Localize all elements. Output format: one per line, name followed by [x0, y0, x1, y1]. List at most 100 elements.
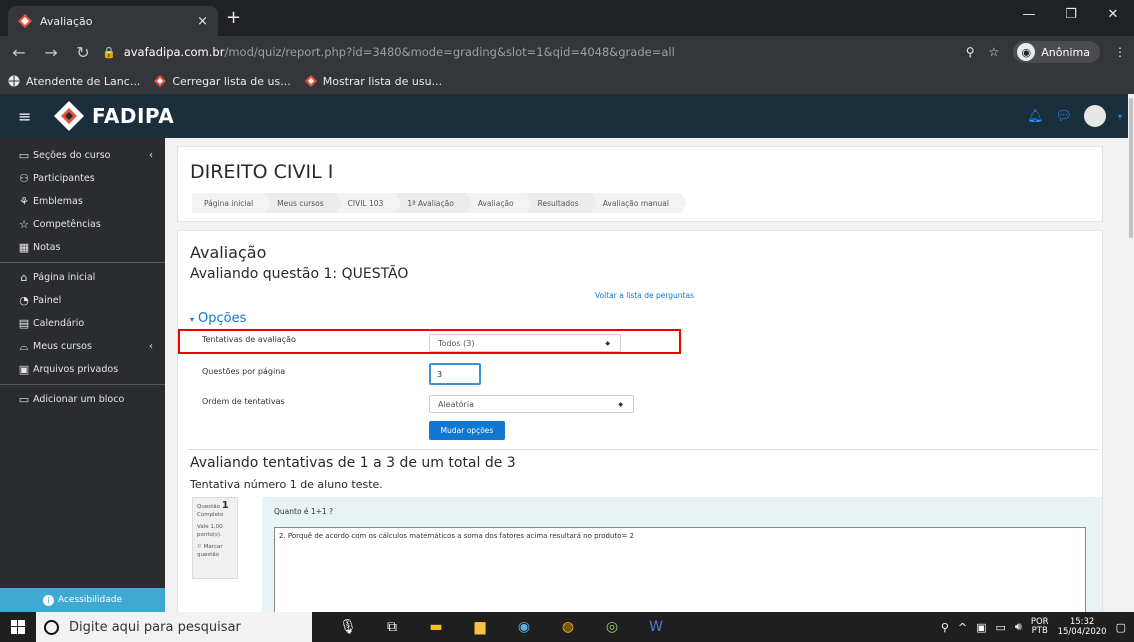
people-icon[interactable]: ⚲ — [941, 621, 949, 634]
site-logo[interactable]: FADIPA — [54, 101, 174, 131]
taskbar-search[interactable]: Digite aqui para pesquisar — [36, 612, 312, 642]
sidebar-item-private-files[interactable]: ▣ Arquivos privados — [0, 358, 165, 381]
course-header-card: DIREITO CIVIL I Página inicial Meus curs… — [177, 146, 1103, 222]
flag-icon: ⚐ — [197, 544, 202, 550]
tray-app-icon[interactable]: ▣ — [976, 621, 986, 634]
url-field[interactable]: 🔒 avafadipa.com.br /mod/quiz/report.php?… — [102, 40, 966, 64]
sidebar-item-my-courses[interactable]: ⌓ Meus cursos ‹ — [0, 335, 165, 358]
page-scrollbar[interactable] — [1128, 94, 1134, 612]
bookmark-label: Cerregar lista de us... — [172, 74, 291, 88]
tray-chevron-icon[interactable]: ^ — [958, 621, 967, 634]
sidebar-item-add-block[interactable]: ▭ Adicionar um bloco — [0, 388, 165, 411]
order-label: Ordem de tentativas — [202, 397, 285, 406]
tab-close-icon[interactable]: × — [197, 14, 208, 29]
attempts-select[interactable]: Todos (3) ◆ — [429, 334, 621, 352]
new-tab-button[interactable]: + — [226, 9, 241, 27]
file-explorer-icon[interactable]: ▆ — [458, 612, 502, 642]
options-toggle[interactable]: ▾ Opções — [190, 311, 246, 326]
sidebar-item-grades[interactable]: ▦ Notas — [0, 236, 165, 259]
bookmark-item[interactable]: Mostrar lista de usu... — [304, 75, 442, 88]
sidebar-item-badges[interactable]: ⚘ Emblemas — [0, 190, 165, 213]
sidebar-item-home[interactable]: ⌂ Página inicial — [0, 266, 165, 289]
browser-tab[interactable]: Avaliação × — [8, 6, 218, 36]
add-block-icon: ▭ — [18, 392, 30, 406]
minimize-icon[interactable]: — — [1008, 0, 1050, 28]
volume-icon[interactable]: 🔊︎ — [1015, 620, 1022, 634]
forward-icon[interactable]: → — [38, 39, 64, 65]
back-to-questions-link[interactable]: Voltar a lista de perguntas — [595, 291, 694, 300]
select-arrows-icon: ◆ — [605, 339, 610, 347]
user-avatar[interactable] — [1083, 105, 1106, 127]
bookmark-label: Atendente de Lanc... — [26, 74, 141, 88]
chevron-left-icon[interactable]: ‹ — [149, 341, 153, 352]
restore-icon[interactable]: ❐ — [1050, 0, 1092, 28]
language-bottom: PTB — [1031, 626, 1048, 636]
order-select-value: Aleatória — [438, 399, 474, 409]
incognito-profile-button[interactable]: ◉ Anônima — [1013, 41, 1100, 63]
breadcrumb-item[interactable]: Avaliação — [466, 193, 532, 213]
word-icon[interactable]: W — [634, 612, 678, 642]
hamburger-menu-icon[interactable]: ≡ — [18, 107, 38, 126]
attempts-heading: Avaliando tentativas de 1 a 3 de um tota… — [190, 455, 516, 471]
reload-icon[interactable]: ↻ — [70, 39, 96, 65]
users-icon: ⚇ — [19, 171, 29, 185]
breadcrumb-item[interactable]: Avaliação manual — [591, 193, 688, 213]
bookmark-star-icon[interactable]: ☆ — [989, 45, 1000, 59]
breadcrumb-item[interactable]: 1ª Avaliação — [395, 193, 472, 213]
app-icon[interactable]: ◎ — [590, 612, 634, 642]
close-window-icon[interactable]: ✕ — [1092, 0, 1134, 28]
scrollbar-thumb[interactable] — [1129, 98, 1133, 238]
lock-icon: 🔒 — [102, 45, 116, 59]
order-select[interactable]: Aleatória ◆ — [429, 395, 634, 413]
sidebar-item-participants[interactable]: ⚇ Participantes — [0, 167, 165, 190]
notifications-icon[interactable]: ▢ — [1116, 621, 1126, 634]
windows-logo-icon — [11, 620, 25, 634]
per-page-label: Questões por página — [202, 367, 286, 376]
zoom-icon[interactable]: ⚲ — [966, 45, 975, 59]
clock-time: 15:32 — [1069, 617, 1095, 627]
fadipa-logo-icon — [54, 101, 84, 131]
attempt-number: Tentativa número 1 de aluno teste. — [190, 478, 383, 491]
store-icon[interactable]: ▬ — [414, 612, 458, 642]
breadcrumb-item[interactable]: CIVIL 103 — [336, 193, 401, 213]
bookmark-item[interactable]: Cerregar lista de us... — [154, 74, 291, 88]
flag-question-link[interactable]: ⚐ Marcar questão — [197, 543, 233, 559]
bookmark-item[interactable]: Atendente de Lanc... — [8, 75, 140, 88]
sidebar-item-course-sections[interactable]: ▭ Seções do curso ‹ — [0, 144, 165, 167]
notifications-bell-icon[interactable]: 🔔︎ — [1027, 109, 1044, 124]
task-view-icon[interactable]: ⧉ — [370, 612, 414, 642]
windows-start-icon[interactable] — [0, 612, 36, 642]
menu-kebab-icon[interactable]: ⋮ — [1114, 45, 1126, 59]
breadcrumb-item[interactable]: Página inicial — [192, 193, 272, 213]
change-options-button[interactable]: Mudar opções — [429, 421, 505, 440]
main-region: DIREITO CIVIL I Página inicial Meus curs… — [165, 138, 1128, 612]
caret-down-icon: ▾ — [190, 315, 195, 324]
microphone-icon[interactable]: 🎙︎ — [326, 612, 370, 642]
taskbar-clock[interactable]: 15:32 15/04/2020 — [1058, 617, 1107, 637]
user-menu-chevron-icon[interactable]: ▾ — [1118, 112, 1122, 121]
question-status: Completo — [197, 512, 224, 518]
fadipa-favicon-icon — [18, 14, 32, 28]
sidebar-item-calendar[interactable]: ▤ Calendário — [0, 312, 165, 335]
options-heading: Opções — [198, 311, 247, 326]
per-page-input[interactable]: 3 — [429, 363, 481, 385]
breadcrumb-item[interactable]: Resultados — [525, 193, 597, 213]
question-number-value: 1 — [221, 500, 229, 511]
tab-title: Avaliação — [40, 14, 93, 28]
language-indicator[interactable]: POR PTB — [1031, 618, 1049, 636]
app-icon[interactable]: ◉ — [502, 612, 546, 642]
fadipa-favicon-icon — [304, 75, 317, 87]
back-icon[interactable]: ← — [6, 39, 32, 65]
sidebar-item-dashboard[interactable]: ◔ Painel — [0, 289, 165, 312]
accessibility-button[interactable]: i Acessibilidade — [0, 588, 165, 612]
sidebar-item-label: Painel — [33, 295, 62, 306]
network-icon[interactable]: ▭ — [996, 621, 1006, 634]
grading-card: Avaliação Avaliando questão 1: QUESTÃO V… — [177, 230, 1103, 612]
messages-icon[interactable]: 💬︎ — [1055, 109, 1072, 124]
windows-taskbar: Digite aqui para pesquisar 🎙︎ ⧉ ▬ ▆ ◉ ◍ … — [0, 612, 1134, 642]
chrome-icon[interactable]: ◍ — [546, 612, 590, 642]
sidebar-divider — [0, 384, 165, 385]
breadcrumb-item[interactable]: Meus cursos — [265, 193, 342, 213]
sidebar-item-competencies[interactable]: ☆ Competências — [0, 213, 165, 236]
chevron-left-icon[interactable]: ‹ — [149, 150, 153, 161]
